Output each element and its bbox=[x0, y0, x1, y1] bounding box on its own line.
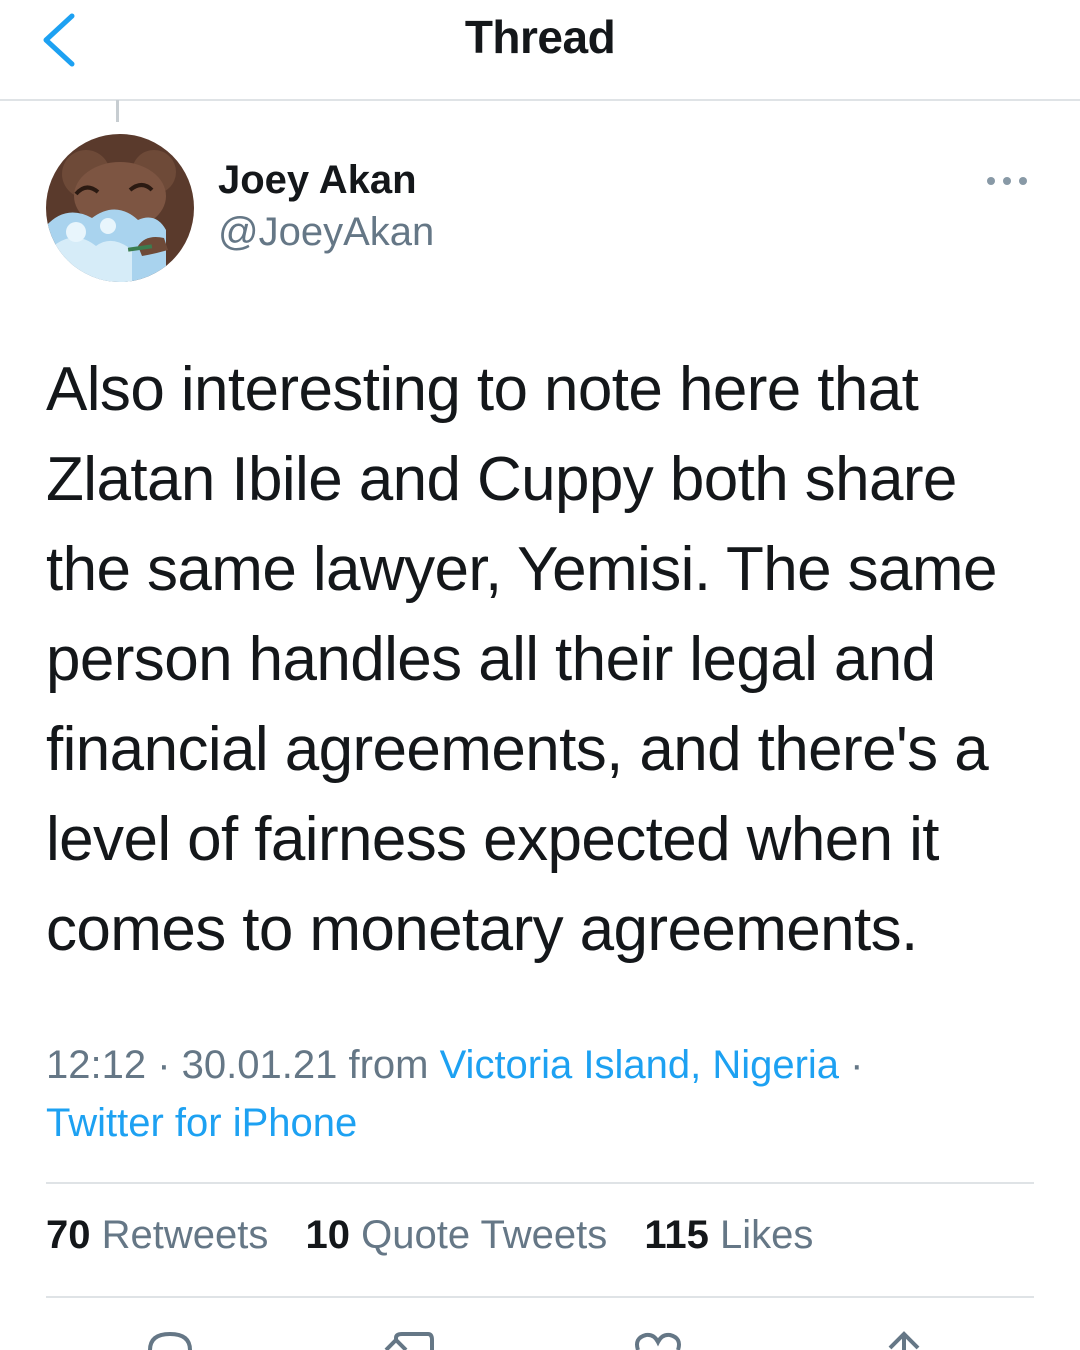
tweet-time: 12:12 bbox=[46, 1043, 147, 1087]
meta-separator: · bbox=[839, 1043, 864, 1087]
engagement-stats: 70 Retweets 10 Quote Tweets 115 Likes bbox=[46, 1213, 839, 1258]
location-link[interactable]: Victoria Island, Nigeria bbox=[440, 1043, 839, 1087]
tweet-text: Also interesting to note here that Zlata… bbox=[46, 355, 997, 964]
like-icon[interactable] bbox=[628, 1320, 688, 1350]
action-bar bbox=[0, 1320, 1080, 1350]
divider bbox=[46, 1296, 1034, 1298]
share-icon[interactable] bbox=[874, 1320, 934, 1350]
retweets-label: Retweets bbox=[101, 1213, 269, 1257]
tweet-meta: 12:12 · 30.01.21 from Victoria Island, N… bbox=[46, 1036, 1046, 1152]
meta-separator: · bbox=[146, 1043, 182, 1087]
avatar-image bbox=[46, 134, 194, 282]
source-link[interactable]: Twitter for iPhone bbox=[46, 1101, 357, 1145]
retweet-icon[interactable] bbox=[380, 1320, 440, 1350]
reply-icon[interactable] bbox=[140, 1320, 200, 1350]
quotes-label: Quote Tweets bbox=[361, 1213, 608, 1257]
more-options-icon[interactable] bbox=[982, 166, 1032, 196]
retweets-stat[interactable]: 70 Retweets bbox=[46, 1213, 268, 1257]
from-label: from bbox=[337, 1043, 440, 1087]
likes-count: 115 bbox=[644, 1213, 709, 1257]
avatar[interactable] bbox=[46, 134, 194, 282]
likes-stat[interactable]: 115 Likes bbox=[644, 1213, 813, 1257]
divider bbox=[46, 1182, 1034, 1184]
quotes-stat[interactable]: 10 Quote Tweets bbox=[306, 1213, 608, 1257]
quotes-count: 10 bbox=[305, 1213, 351, 1257]
page-title: Thread bbox=[464, 11, 616, 63]
tweet-date: 30.01.21 bbox=[181, 1043, 338, 1087]
likes-label: Likes bbox=[719, 1213, 814, 1257]
retweets-count: 70 bbox=[46, 1213, 91, 1257]
thread-connector bbox=[116, 100, 119, 122]
author-name[interactable]: Joey Akan bbox=[218, 158, 417, 203]
author-handle[interactable]: @JoeyAkan bbox=[218, 210, 434, 255]
top-bar: Thread bbox=[0, 0, 1080, 101]
